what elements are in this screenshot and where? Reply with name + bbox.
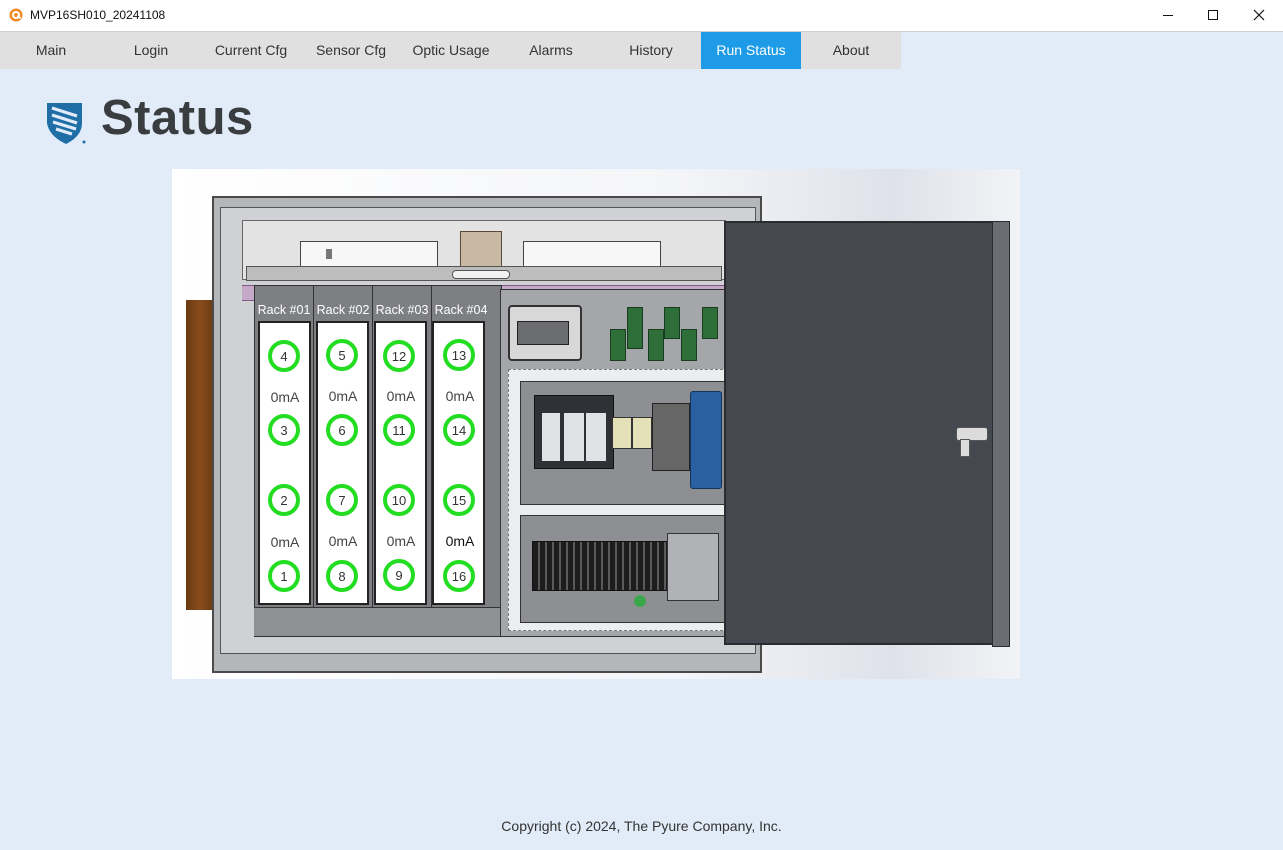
rack-current-reading: 0mA xyxy=(270,389,300,405)
app-icon xyxy=(9,8,23,22)
sensor-indicator[interactable]: 14 xyxy=(443,414,475,446)
tab-main[interactable]: Main xyxy=(1,32,101,69)
door-edge xyxy=(992,221,1010,647)
tab-login[interactable]: Login xyxy=(101,32,201,69)
close-button[interactable] xyxy=(1236,0,1282,31)
minimize-icon xyxy=(1163,15,1173,16)
minimize-button[interactable] xyxy=(1145,0,1191,31)
tab-sensor-cfg[interactable]: Sensor Cfg xyxy=(301,32,401,69)
relay-green xyxy=(648,329,664,361)
tab-about[interactable]: About xyxy=(801,32,901,69)
module-marker xyxy=(326,249,332,259)
rack-divider xyxy=(372,285,373,635)
relay-green xyxy=(702,307,718,339)
sensor-indicator[interactable]: 13 xyxy=(443,339,475,371)
sensor-indicator[interactable]: 10 xyxy=(383,484,415,516)
rack-panel-02: 5 0mA 6 7 0mA 8 xyxy=(316,321,369,605)
sensor-indicator[interactable]: 16 xyxy=(443,560,475,592)
tab-optic-usage[interactable]: Optic Usage xyxy=(401,32,501,69)
rack-current-reading: 0mA xyxy=(386,388,416,404)
sensor-indicator[interactable]: 15 xyxy=(443,484,475,516)
tab-current-cfg[interactable]: Current Cfg xyxy=(201,32,301,69)
relay-green xyxy=(610,329,626,361)
copyright-footer: Copyright (c) 2024, The Pyure Company, I… xyxy=(501,818,782,834)
cabinet-side-panel xyxy=(186,300,214,610)
rack-panel-01: 4 0mA 3 2 0mA 1 xyxy=(258,321,311,605)
rack-current-reading: 0mA xyxy=(328,388,358,404)
terminal-block xyxy=(612,417,632,449)
sensor-indicator[interactable]: 7 xyxy=(326,484,358,516)
rack-label: Rack #01 xyxy=(257,303,311,317)
page-title: Status xyxy=(101,91,254,145)
sensor-indicator[interactable]: 2 xyxy=(268,484,300,516)
rack-label: Rack #02 xyxy=(316,303,370,317)
terminal-strip xyxy=(532,541,682,591)
rack-panel-04: 13 0mA 14 15 0mA 16 xyxy=(432,321,485,605)
tab-run-status[interactable]: Run Status xyxy=(701,32,801,69)
door-latch-stem xyxy=(960,439,970,457)
close-icon xyxy=(1253,9,1265,21)
window-titlebar: MVP16SH010_20241108 xyxy=(0,0,1283,32)
tab-history[interactable]: History xyxy=(601,32,701,69)
plc-card xyxy=(564,413,584,461)
rack-current-reading: 0mA xyxy=(270,534,300,550)
relay-green xyxy=(681,329,697,361)
maximize-button[interactable] xyxy=(1190,0,1236,31)
sensor-indicator[interactable]: 12 xyxy=(383,340,415,372)
window-title: MVP16SH010_20241108 xyxy=(30,8,166,22)
breaker-group xyxy=(652,403,690,471)
relay-green xyxy=(664,307,680,339)
terminal-block xyxy=(632,417,652,449)
sensor-indicator[interactable]: 6 xyxy=(326,414,358,446)
rack-divider xyxy=(313,285,314,635)
sensor-indicator[interactable]: 3 xyxy=(268,414,300,446)
rack-label: Rack #04 xyxy=(434,303,488,317)
power-supply xyxy=(690,391,722,489)
cabinet-diagram: Rack #01 Rack #02 Rack #03 Rack #04 4 0m… xyxy=(172,169,1020,679)
rack-current-reading: 0mA xyxy=(445,388,475,404)
rack-current-reading: 0mA xyxy=(445,533,475,549)
rack-panel-03: 12 0mA 11 10 0mA 9 xyxy=(374,321,427,605)
plc-card xyxy=(586,413,606,461)
sensor-indicator[interactable]: 1 xyxy=(268,560,300,592)
ground-icon xyxy=(634,595,646,607)
top-bracket xyxy=(460,231,502,269)
maximize-icon xyxy=(1208,10,1218,20)
main-menu-bar: Main Login Current Cfg Sensor Cfg Optic … xyxy=(0,32,901,69)
sensor-indicator[interactable]: 4 xyxy=(268,340,300,372)
rack-current-reading: 0mA xyxy=(386,533,416,549)
sensor-indicator[interactable]: 9 xyxy=(383,559,415,591)
transformer xyxy=(667,533,719,601)
tab-alarms[interactable]: Alarms xyxy=(501,32,601,69)
sensor-indicator[interactable]: 8 xyxy=(326,560,358,592)
connector-plug xyxy=(517,321,569,345)
relay-green xyxy=(627,307,643,349)
sensor-indicator[interactable]: 11 xyxy=(383,414,415,446)
top-handle xyxy=(452,270,510,279)
rack-label: Rack #03 xyxy=(375,303,429,317)
rack-base xyxy=(254,607,500,636)
company-logo-icon xyxy=(47,103,86,144)
sensor-indicator[interactable]: 5 xyxy=(326,339,358,371)
plc-card xyxy=(542,413,560,461)
rack-current-reading: 0mA xyxy=(328,533,358,549)
